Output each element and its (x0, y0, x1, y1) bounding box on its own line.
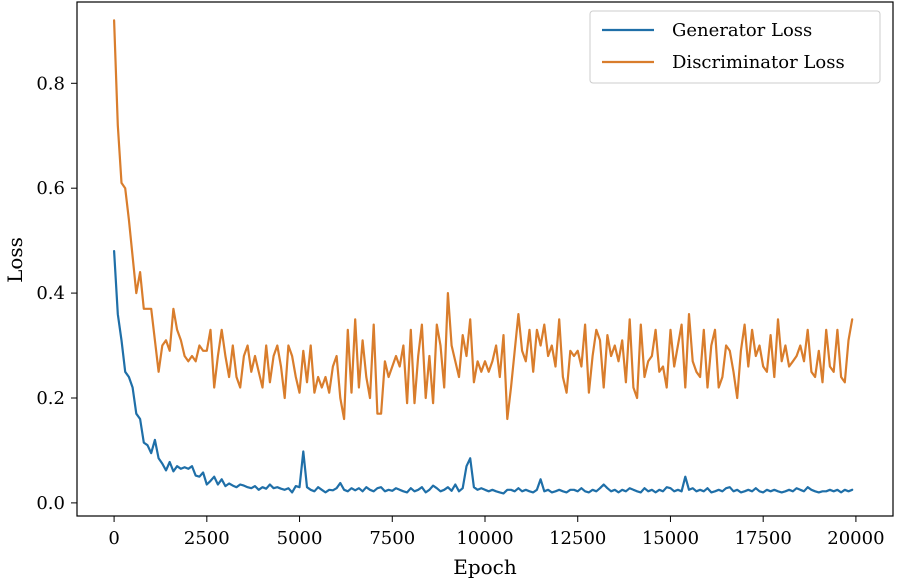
x-tick-label: 12500 (549, 528, 606, 549)
legend: Generator Loss Discriminator Loss (589, 10, 881, 84)
x-tick-label: 0 (108, 528, 119, 549)
loss-chart: 0 2500 5000 7500 10000 12500 15000 17500 20000 0… (0, 0, 905, 582)
x-axis-ticks: 0 2500 5000 7500 10000 12500 15000 17500 20000 (108, 516, 885, 549)
y-tick-label: 0.0 (36, 493, 65, 514)
chart-canvas: 0 2500 5000 7500 10000 12500 15000 17500 20000 0… (3, 1, 894, 579)
y-axis-ticks: 0.0 0.2 0.4 0.6 0.8 (36, 73, 77, 514)
y-tick-label: 0.2 (36, 388, 65, 409)
x-tick-label: 20000 (827, 528, 884, 549)
legend-label-generator-loss: Generator Loss (672, 20, 812, 41)
y-axis-label: Loss (3, 237, 27, 283)
y-tick-label: 0.6 (36, 178, 65, 199)
x-tick-label: 10000 (456, 528, 513, 549)
x-tick-label: 17500 (735, 528, 792, 549)
y-tick-label: 0.4 (36, 283, 65, 304)
y-tick-label: 0.8 (36, 73, 65, 94)
x-axis-label: Epoch (453, 555, 517, 579)
x-tick-label: 15000 (642, 528, 699, 549)
x-tick-label: 7500 (369, 528, 415, 549)
x-tick-label: 2500 (184, 528, 230, 549)
legend-label-discriminator-loss: Discriminator Loss (672, 52, 845, 73)
x-tick-label: 5000 (277, 528, 323, 549)
